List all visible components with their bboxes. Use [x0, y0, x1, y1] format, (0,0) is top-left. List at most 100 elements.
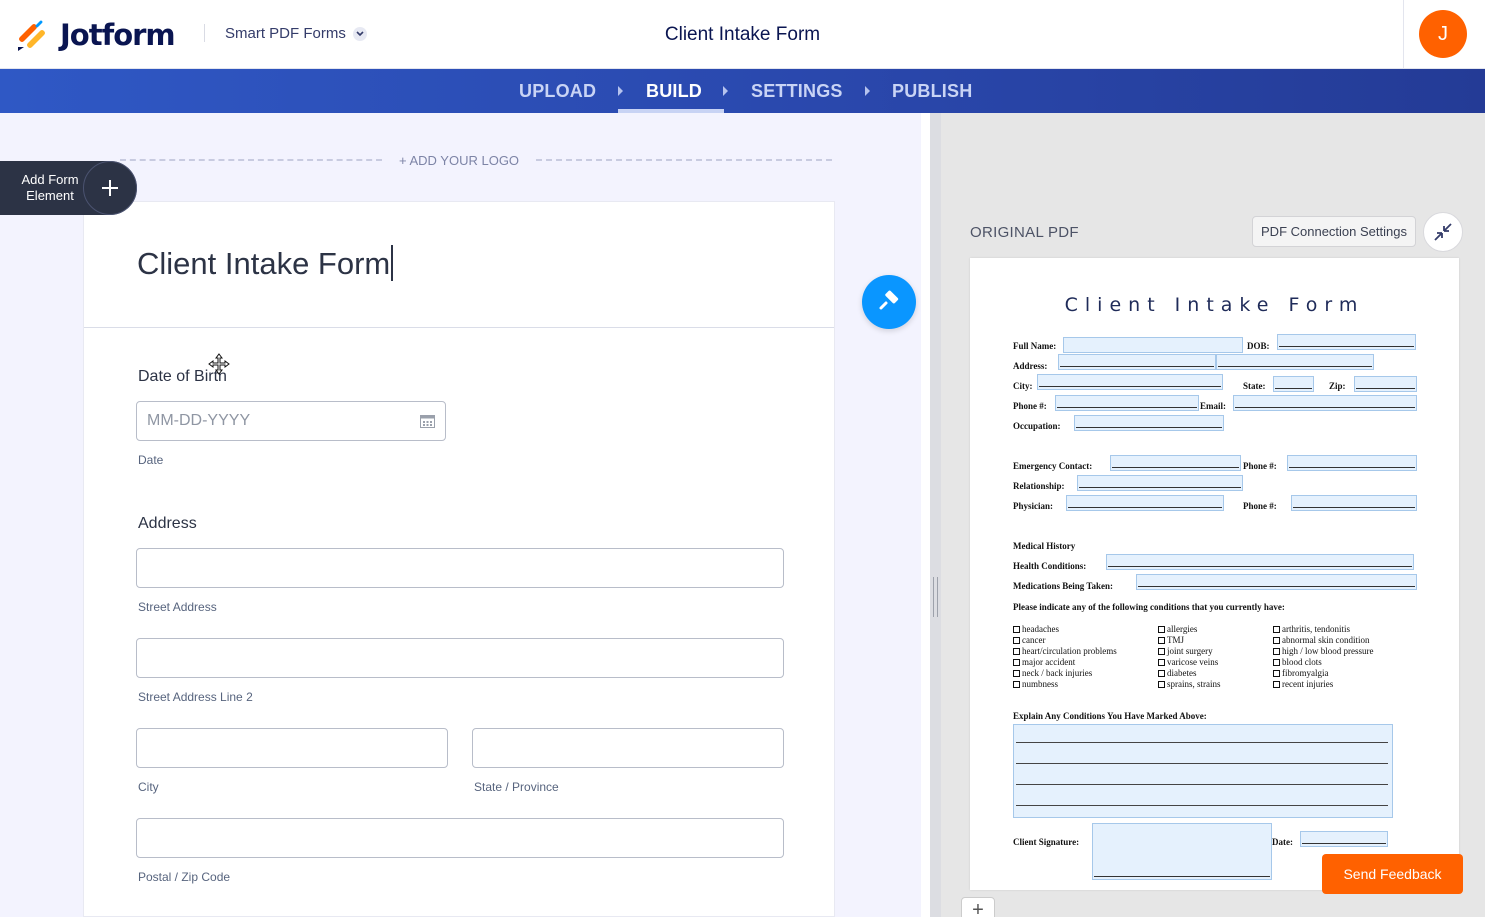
pdf-checkbox-arthritis[interactable]: arthritis, tendonitis — [1273, 624, 1374, 635]
add-page-button[interactable]: + — [961, 897, 995, 917]
pdf-checkbox-label: major accident — [1022, 657, 1076, 667]
pdf-label-health-conditions: Health Conditions: — [1013, 561, 1087, 571]
pdf-checkbox-allergies[interactable]: allergies — [1158, 624, 1221, 635]
pdf-field-email[interactable] — [1233, 395, 1417, 411]
nav-tab-settings[interactable]: SETTINGS — [751, 81, 843, 102]
pdf-field-physician[interactable] — [1066, 495, 1224, 511]
pdf-field-zip[interactable] — [1354, 376, 1417, 392]
builder-nav: UPLOAD BUILD SETTINGS PUBLISH — [0, 69, 1485, 113]
pdf-field-address-1[interactable] — [1058, 354, 1216, 370]
pdf-checkbox-blood-pressure[interactable]: high / low blood pressure — [1273, 646, 1374, 657]
dob-input[interactable]: MM-DD-YYYY — [136, 401, 446, 441]
pdf-checkbox-skin[interactable]: abnormal skin condition — [1273, 635, 1374, 646]
pdf-field-occupation[interactable] — [1074, 415, 1224, 431]
pdf-field-explain[interactable] — [1013, 724, 1393, 818]
pdf-checkbox-headaches[interactable]: headaches — [1013, 624, 1117, 635]
pdf-label-state: State: — [1243, 381, 1266, 391]
state-input[interactable] — [472, 728, 784, 768]
drag-handle-icon[interactable] — [933, 577, 938, 617]
pdf-label-medical-history: Medical History — [1013, 541, 1076, 551]
pdf-checkbox-tmj[interactable]: TMJ — [1158, 635, 1221, 646]
send-feedback-button[interactable]: Send Feedback — [1322, 854, 1463, 894]
pdf-checkbox-label: headaches — [1022, 624, 1059, 634]
street-address-line2-sublabel: Street Address Line 2 — [138, 690, 253, 704]
pdf-label-dob: DOB: — [1247, 341, 1270, 351]
form-heading[interactable]: Client Intake Form — [137, 244, 394, 282]
pdf-label-signature: Client Signature: — [1013, 837, 1080, 847]
pdf-field-emergency-contact[interactable] — [1110, 455, 1241, 471]
form-header: Client Intake Form — [84, 202, 834, 328]
street-address-input[interactable] — [136, 548, 784, 588]
pdf-field-state[interactable] — [1273, 376, 1314, 392]
collapse-panel-button[interactable] — [1423, 212, 1463, 252]
pdf-checkbox-recent-injuries[interactable]: recent injuries — [1273, 679, 1374, 690]
pdf-checkbox-label: blood clots — [1282, 657, 1322, 667]
pdf-field-date[interactable] — [1300, 831, 1388, 847]
user-avatar[interactable]: J — [1419, 10, 1467, 58]
pdf-checkbox-label: recent injuries — [1282, 679, 1334, 689]
street-address-line2-input[interactable] — [136, 638, 784, 678]
calendar-icon[interactable] — [420, 414, 435, 428]
pdf-label-full-name: Full Name: — [1013, 341, 1057, 351]
pdf-field-dob[interactable] — [1277, 334, 1416, 350]
add-form-element-button[interactable]: Add Form Element — [0, 161, 137, 215]
pdf-label-physician-phone: Phone #: — [1243, 501, 1277, 511]
pdf-checkbox-fibromyalgia[interactable]: fibromyalgia — [1273, 668, 1374, 679]
pdf-label-email: Email: — [1200, 401, 1226, 411]
pdf-field-health-conditions[interactable] — [1106, 554, 1414, 570]
pdf-field-signature[interactable] — [1092, 823, 1272, 880]
pdf-checkbox-label: numbness — [1022, 679, 1058, 689]
top-bar: Jotform Smart PDF Forms Client Intake Fo… — [0, 0, 1485, 69]
form-designer-button[interactable] — [862, 275, 916, 329]
nav-arrow-icon — [618, 86, 623, 96]
pdf-checkbox-heart[interactable]: heart/circulation problems — [1013, 646, 1117, 657]
pdf-checkbox-cancer[interactable]: cancer — [1013, 635, 1117, 646]
pdf-checkbox-label: fibromyalgia — [1282, 668, 1329, 678]
pdf-label-zip: Zip: — [1329, 381, 1346, 391]
pdf-field-medications[interactable] — [1136, 574, 1417, 590]
pdf-checkbox-varicose[interactable]: varicose veins — [1158, 657, 1221, 668]
pdf-label-occupation: Occupation: — [1013, 421, 1061, 431]
pdf-checkbox-major-accident[interactable]: major accident — [1013, 657, 1117, 668]
address-label: Address — [138, 515, 197, 532]
pdf-field-physician-phone[interactable] — [1291, 495, 1417, 511]
pdf-checkbox-sprains[interactable]: sprains, strains — [1158, 679, 1221, 690]
pdf-checkbox-label: neck / back injuries — [1022, 668, 1093, 678]
pdf-field-address-2[interactable] — [1216, 354, 1374, 370]
pdf-checkbox-diabetes[interactable]: diabetes — [1158, 668, 1221, 679]
pdf-checkbox-neck-back[interactable]: neck / back injuries — [1013, 668, 1117, 679]
pdf-checkbox-label: TMJ — [1167, 635, 1185, 645]
pdf-label-date: Date: — [1272, 837, 1293, 847]
pdf-label-phone: Phone #: — [1013, 401, 1047, 411]
pdf-page: Client Intake Form Full Name: DOB: Addre… — [970, 258, 1459, 890]
nav-tab-publish[interactable]: PUBLISH — [892, 81, 972, 102]
paint-roller-icon — [879, 290, 899, 310]
dob-placeholder: MM-DD-YYYY — [147, 412, 251, 429]
pdf-label-emergency-contact: Emergency Contact: — [1013, 461, 1093, 471]
text-caret — [391, 244, 394, 281]
form-builder-canvas: + ADD YOUR LOGO Client Intake Form Date … — [0, 113, 921, 917]
pdf-checkbox-label: high / low blood pressure — [1282, 646, 1374, 656]
nav-tab-upload[interactable]: UPLOAD — [519, 81, 596, 102]
add-form-element-label: Add Form Element — [21, 172, 79, 203]
pdf-connection-settings-button[interactable]: PDF Connection Settings — [1252, 216, 1416, 247]
pdf-checkbox-label: varicose veins — [1167, 657, 1219, 667]
pdf-field-emergency-phone[interactable] — [1287, 455, 1417, 471]
pdf-field-full-name[interactable] — [1063, 337, 1243, 353]
pdf-checkbox-joint-surgery[interactable]: joint surgery — [1158, 646, 1221, 657]
form-title[interactable]: Client Intake Form — [0, 24, 1485, 46]
city-input[interactable] — [136, 728, 448, 768]
panel-divider[interactable] — [930, 113, 941, 917]
street-address-sublabel: Street Address — [138, 600, 217, 614]
pdf-field-phone[interactable] — [1055, 395, 1199, 411]
zip-input[interactable] — [136, 818, 784, 858]
add-logo-link[interactable]: + ADD YOUR LOGO — [399, 153, 519, 168]
pdf-checkbox-label: arthritis, tendonitis — [1282, 624, 1350, 634]
pdf-checkbox-numbness[interactable]: numbness — [1013, 679, 1117, 690]
pdf-checkbox-blood-clots[interactable]: blood clots — [1273, 657, 1374, 668]
pdf-ruled-line — [1016, 805, 1388, 806]
pdf-field-city[interactable] — [1037, 374, 1223, 390]
pdf-field-relationship[interactable] — [1077, 475, 1243, 491]
pdf-label-medications: Medications Being Taken: — [1013, 581, 1114, 591]
nav-tab-build[interactable]: BUILD — [646, 81, 702, 102]
